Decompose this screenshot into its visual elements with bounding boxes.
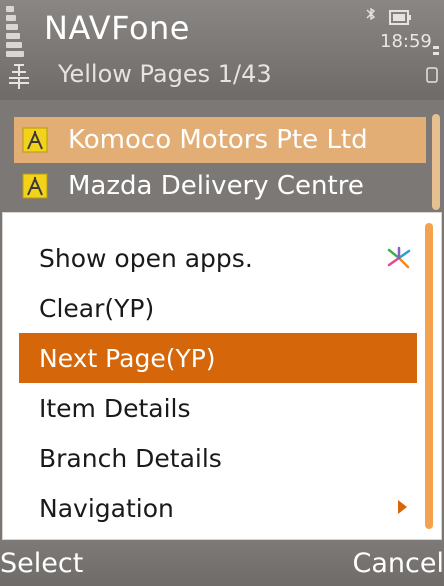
submenu-arrow-icon: [398, 500, 407, 514]
menu-item-item-details[interactable]: Item Details: [19, 383, 417, 433]
menu-item-label: Branch Details: [39, 443, 222, 473]
open-apps-icon: [387, 246, 411, 269]
yellow-pages-icon: [22, 127, 48, 153]
results-list: Komoco Motors Pte Ltd Mazda Delivery Cen…: [0, 100, 444, 212]
list-scrollbar[interactable]: [432, 114, 440, 210]
menu-item-navigation[interactable]: Navigation: [19, 483, 417, 533]
menu-item-label: Item Details: [39, 393, 191, 423]
options-menu: Show open apps. Clear(YP) Next Page(YP) …: [2, 212, 442, 540]
status-bar: NAVFone 18:59 Yellow Pages 1/43: [0, 0, 444, 100]
list-item[interactable]: Komoco Motors Pte Ltd: [14, 117, 426, 163]
bluetooth-icon: [366, 7, 376, 21]
select-softkey[interactable]: Select: [0, 548, 83, 579]
list-item-label: Komoco Motors Pte Ltd: [68, 125, 368, 155]
battery-level-icon: [433, 46, 439, 55]
menu-item-label: Navigation: [39, 493, 174, 523]
menu-item-label: Next Page(YP): [39, 343, 216, 373]
app-title: NAVFone: [44, 9, 190, 47]
subtitle-row: Yellow Pages 1/43: [0, 60, 444, 92]
menu-item-next-page[interactable]: Next Page(YP): [19, 333, 417, 383]
menu-scrollbar[interactable]: [425, 223, 433, 529]
list-item-label: Mazda Delivery Centre: [68, 171, 364, 201]
signal-icon: [6, 6, 26, 58]
yellow-pages-icon: [22, 173, 48, 199]
battery-icon: [389, 10, 411, 25]
page-subtitle: Yellow Pages 1/43: [58, 60, 272, 88]
menu-item-branch-details[interactable]: Branch Details: [19, 433, 417, 483]
menu-item-label: Clear(YP): [39, 293, 155, 323]
clock: 18:59: [380, 31, 432, 52]
cancel-softkey[interactable]: Cancel: [353, 548, 444, 579]
menu-item-label: Show open apps.: [39, 243, 253, 273]
navigation-icon: [9, 64, 29, 89]
menu-item-clear[interactable]: Clear(YP): [19, 283, 417, 333]
softkey-bar: Select Cancel: [0, 540, 444, 586]
keylock-icon: [426, 67, 438, 83]
list-item[interactable]: Mazda Delivery Centre: [14, 163, 426, 209]
menu-item-show-open-apps[interactable]: Show open apps.: [19, 233, 417, 283]
